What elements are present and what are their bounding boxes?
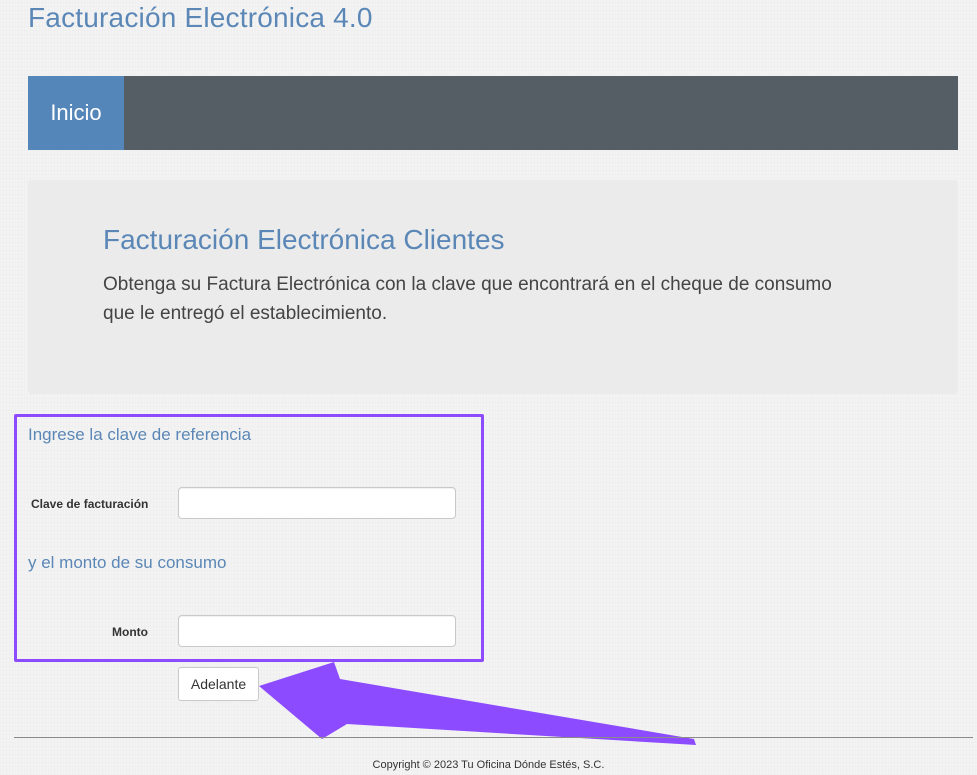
monto-label: Monto bbox=[112, 625, 148, 639]
footer-divider bbox=[14, 737, 973, 738]
app-title: Facturación Electrónica 4.0 bbox=[28, 2, 373, 33]
intro-description: Obtenga su Factura Electrónica con la cl… bbox=[103, 274, 832, 324]
intro-panel: Facturación Electrónica Clientes Obtenga… bbox=[28, 180, 958, 394]
main-navbar: Inicio bbox=[28, 76, 958, 150]
clave-label: Clave de facturación bbox=[31, 497, 149, 511]
submit-button[interactable]: Adelante bbox=[178, 667, 259, 701]
nav-item-inicio[interactable]: Inicio bbox=[28, 76, 124, 150]
amount-heading: y el monto de su consumo bbox=[28, 553, 227, 572]
intro-title: Facturación Electrónica Clientes bbox=[103, 224, 505, 255]
monto-input[interactable] bbox=[178, 615, 456, 647]
clave-input[interactable] bbox=[178, 487, 456, 519]
reference-heading: Ingrese la clave de referencia bbox=[28, 425, 252, 444]
copyright-text: Copyright © 2023 Tu Oficina Dónde Estés,… bbox=[372, 759, 605, 771]
